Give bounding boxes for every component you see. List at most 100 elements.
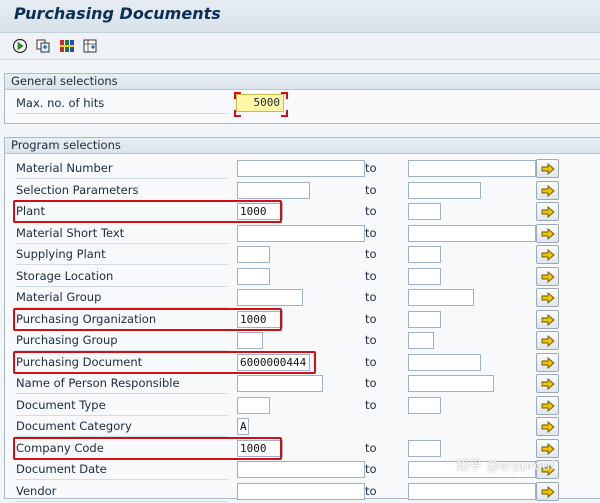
selection-row: Selection Parameters to	[0, 181, 600, 202]
selection-low-input[interactable]	[237, 461, 365, 478]
selection-low-input[interactable]: 1000	[237, 203, 283, 220]
multiple-selection-button[interactable]	[536, 288, 559, 307]
to-label: to	[365, 441, 377, 455]
focus-corner	[281, 92, 288, 99]
dynamic-selection-icon[interactable]	[81, 37, 99, 55]
selection-high-input[interactable]	[408, 332, 434, 349]
to-label: to	[365, 269, 377, 283]
selection-label: Purchasing Organization	[15, 310, 228, 330]
arrow-right-icon	[541, 420, 555, 433]
arrow-right-icon	[541, 377, 555, 390]
arrow-right-icon	[541, 313, 555, 326]
arrow-right-icon	[541, 248, 555, 261]
selection-low-input[interactable]	[237, 160, 365, 177]
to-label: to	[365, 355, 377, 369]
selection-high-input[interactable]	[408, 375, 494, 392]
to-label: to	[365, 376, 377, 390]
window-title: Purchasing Documents	[14, 4, 221, 23]
selection-row: Material Group to	[0, 288, 600, 309]
execute-icon[interactable]	[11, 37, 29, 55]
selection-low-input[interactable]: 6000000444	[237, 354, 310, 371]
arrow-right-icon	[541, 399, 555, 412]
selection-high-input[interactable]	[408, 397, 441, 414]
multiple-selection-button[interactable]	[536, 159, 559, 178]
focus-corner	[281, 110, 288, 117]
to-label: to	[365, 161, 377, 175]
selection-label: Vendor	[15, 482, 228, 502]
selection-low-input[interactable]	[237, 483, 365, 500]
selection-label: Material Short Text	[15, 224, 228, 244]
copy-icon[interactable]	[34, 37, 52, 55]
selection-row: Material Short Text to	[0, 224, 600, 245]
selection-row: Name of Person Responsible to	[0, 374, 600, 395]
selection-low-input[interactable]	[237, 375, 323, 392]
to-label: to	[365, 247, 377, 261]
arrow-right-icon	[541, 270, 555, 283]
selection-high-input[interactable]	[408, 354, 481, 371]
multiple-selection-button[interactable]	[536, 417, 559, 436]
to-label: to	[365, 398, 377, 412]
selection-high-input[interactable]	[408, 289, 474, 306]
selection-low-input[interactable]: 1000	[237, 440, 283, 457]
multiple-selection-button[interactable]	[536, 353, 559, 372]
selection-row: Storage Location to	[0, 267, 600, 288]
selection-label: Name of Person Responsible	[15, 374, 228, 394]
selection-low-input[interactable]	[237, 397, 270, 414]
selection-high-input[interactable]	[408, 311, 441, 328]
selection-high-input[interactable]	[408, 160, 536, 177]
selection-low-input[interactable]	[237, 268, 270, 285]
selection-row: Material Number to	[0, 159, 600, 180]
multiple-selection-button[interactable]	[536, 202, 559, 221]
selection-row: Supplying Plant to	[0, 245, 600, 266]
max-hits-input[interactable]: 5000	[236, 94, 284, 112]
selection-low-input[interactable]	[237, 332, 263, 349]
arrow-right-icon	[541, 205, 555, 218]
title-bar: Purchasing Documents	[0, 0, 600, 33]
selection-low-input[interactable]: 1000	[237, 311, 283, 328]
selection-row: Purchasing Organization 1000 to	[0, 308, 600, 331]
arrow-right-icon	[541, 442, 555, 455]
focus-corner	[234, 92, 241, 99]
arrow-right-icon	[541, 227, 555, 240]
selection-label: Company Code	[15, 439, 228, 459]
selection-high-input[interactable]	[408, 182, 481, 199]
selection-low-input[interactable]	[237, 182, 310, 199]
selection-label: Purchasing Document	[15, 353, 228, 373]
selection-low-input[interactable]: A	[237, 418, 249, 435]
multiple-selection-button[interactable]	[536, 245, 559, 264]
selection-high-input[interactable]	[408, 203, 441, 220]
max-hits-row: Max. no. of hits	[0, 94, 600, 115]
multiple-selection-button[interactable]	[536, 482, 559, 501]
multiple-selection-button[interactable]	[536, 267, 559, 286]
selection-high-input[interactable]	[408, 440, 441, 457]
selection-low-input[interactable]	[237, 289, 303, 306]
to-label: to	[365, 462, 377, 476]
multiple-selection-button[interactable]	[536, 224, 559, 243]
selection-low-input[interactable]	[237, 225, 365, 242]
to-label: to	[365, 183, 377, 197]
selection-high-input[interactable]	[408, 268, 441, 285]
selection-label: Plant	[15, 202, 228, 222]
to-label: to	[365, 484, 377, 498]
selection-row: Purchasing Group to	[0, 331, 600, 352]
selection-high-input[interactable]	[408, 246, 441, 263]
arrow-right-icon	[541, 184, 555, 197]
focus-corner	[234, 110, 241, 117]
selection-high-input[interactable]	[408, 225, 536, 242]
variant-icon[interactable]	[58, 37, 76, 55]
multiple-selection-button[interactable]	[536, 181, 559, 200]
to-label: to	[365, 290, 377, 304]
arrow-right-icon	[541, 485, 555, 498]
selection-row: Vendor to	[0, 482, 600, 503]
general-selections-title: General selections	[5, 74, 600, 90]
selection-label: Material Group	[15, 288, 228, 308]
multiple-selection-button[interactable]	[536, 310, 559, 329]
max-hits-label: Max. no. of hits	[15, 94, 228, 114]
multiple-selection-button[interactable]	[536, 396, 559, 415]
selection-high-input[interactable]	[408, 483, 536, 500]
selection-label: Document Category	[15, 417, 228, 437]
multiple-selection-button[interactable]	[536, 331, 559, 350]
selection-low-input[interactable]	[237, 246, 270, 263]
to-label: to	[365, 226, 377, 240]
multiple-selection-button[interactable]	[536, 374, 559, 393]
